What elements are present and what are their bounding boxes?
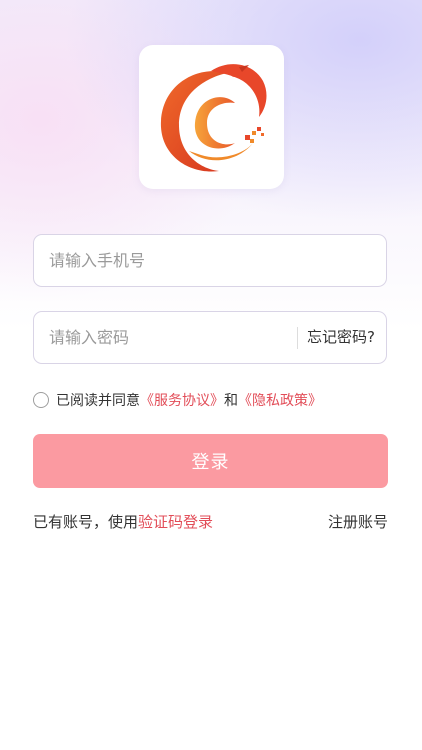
app-logo-icon [160,64,267,172]
agreement-prefix: 已阅读并同意 [56,393,140,409]
sms-code-login-link[interactable]: 验证码登录 [138,513,213,531]
app-logo-card [139,45,284,189]
agreement-row: 已阅读并同意 《服务协议》 和 《隐私政策》 [33,389,322,411]
privacy-policy-link[interactable]: 《隐私政策》 [238,390,322,410]
phone-input[interactable] [49,235,369,286]
alt-login-row: 已有账号，使用验证码登录 [33,511,213,532]
forgot-password-link[interactable]: 忘记密码? [307,312,375,363]
field-divider [297,327,298,349]
password-field: 忘记密码? [33,311,387,364]
agreement-checkbox[interactable] [33,392,49,408]
password-input[interactable] [49,312,289,363]
agreement-and: 和 [224,393,238,409]
alt-login-prefix: 已有账号，使用 [33,513,139,531]
service-agreement-link[interactable]: 《服务协议》 [140,390,224,410]
phone-field [33,234,387,287]
login-button[interactable]: 登录 [33,434,388,488]
register-link[interactable]: 注册账号 [328,511,388,532]
